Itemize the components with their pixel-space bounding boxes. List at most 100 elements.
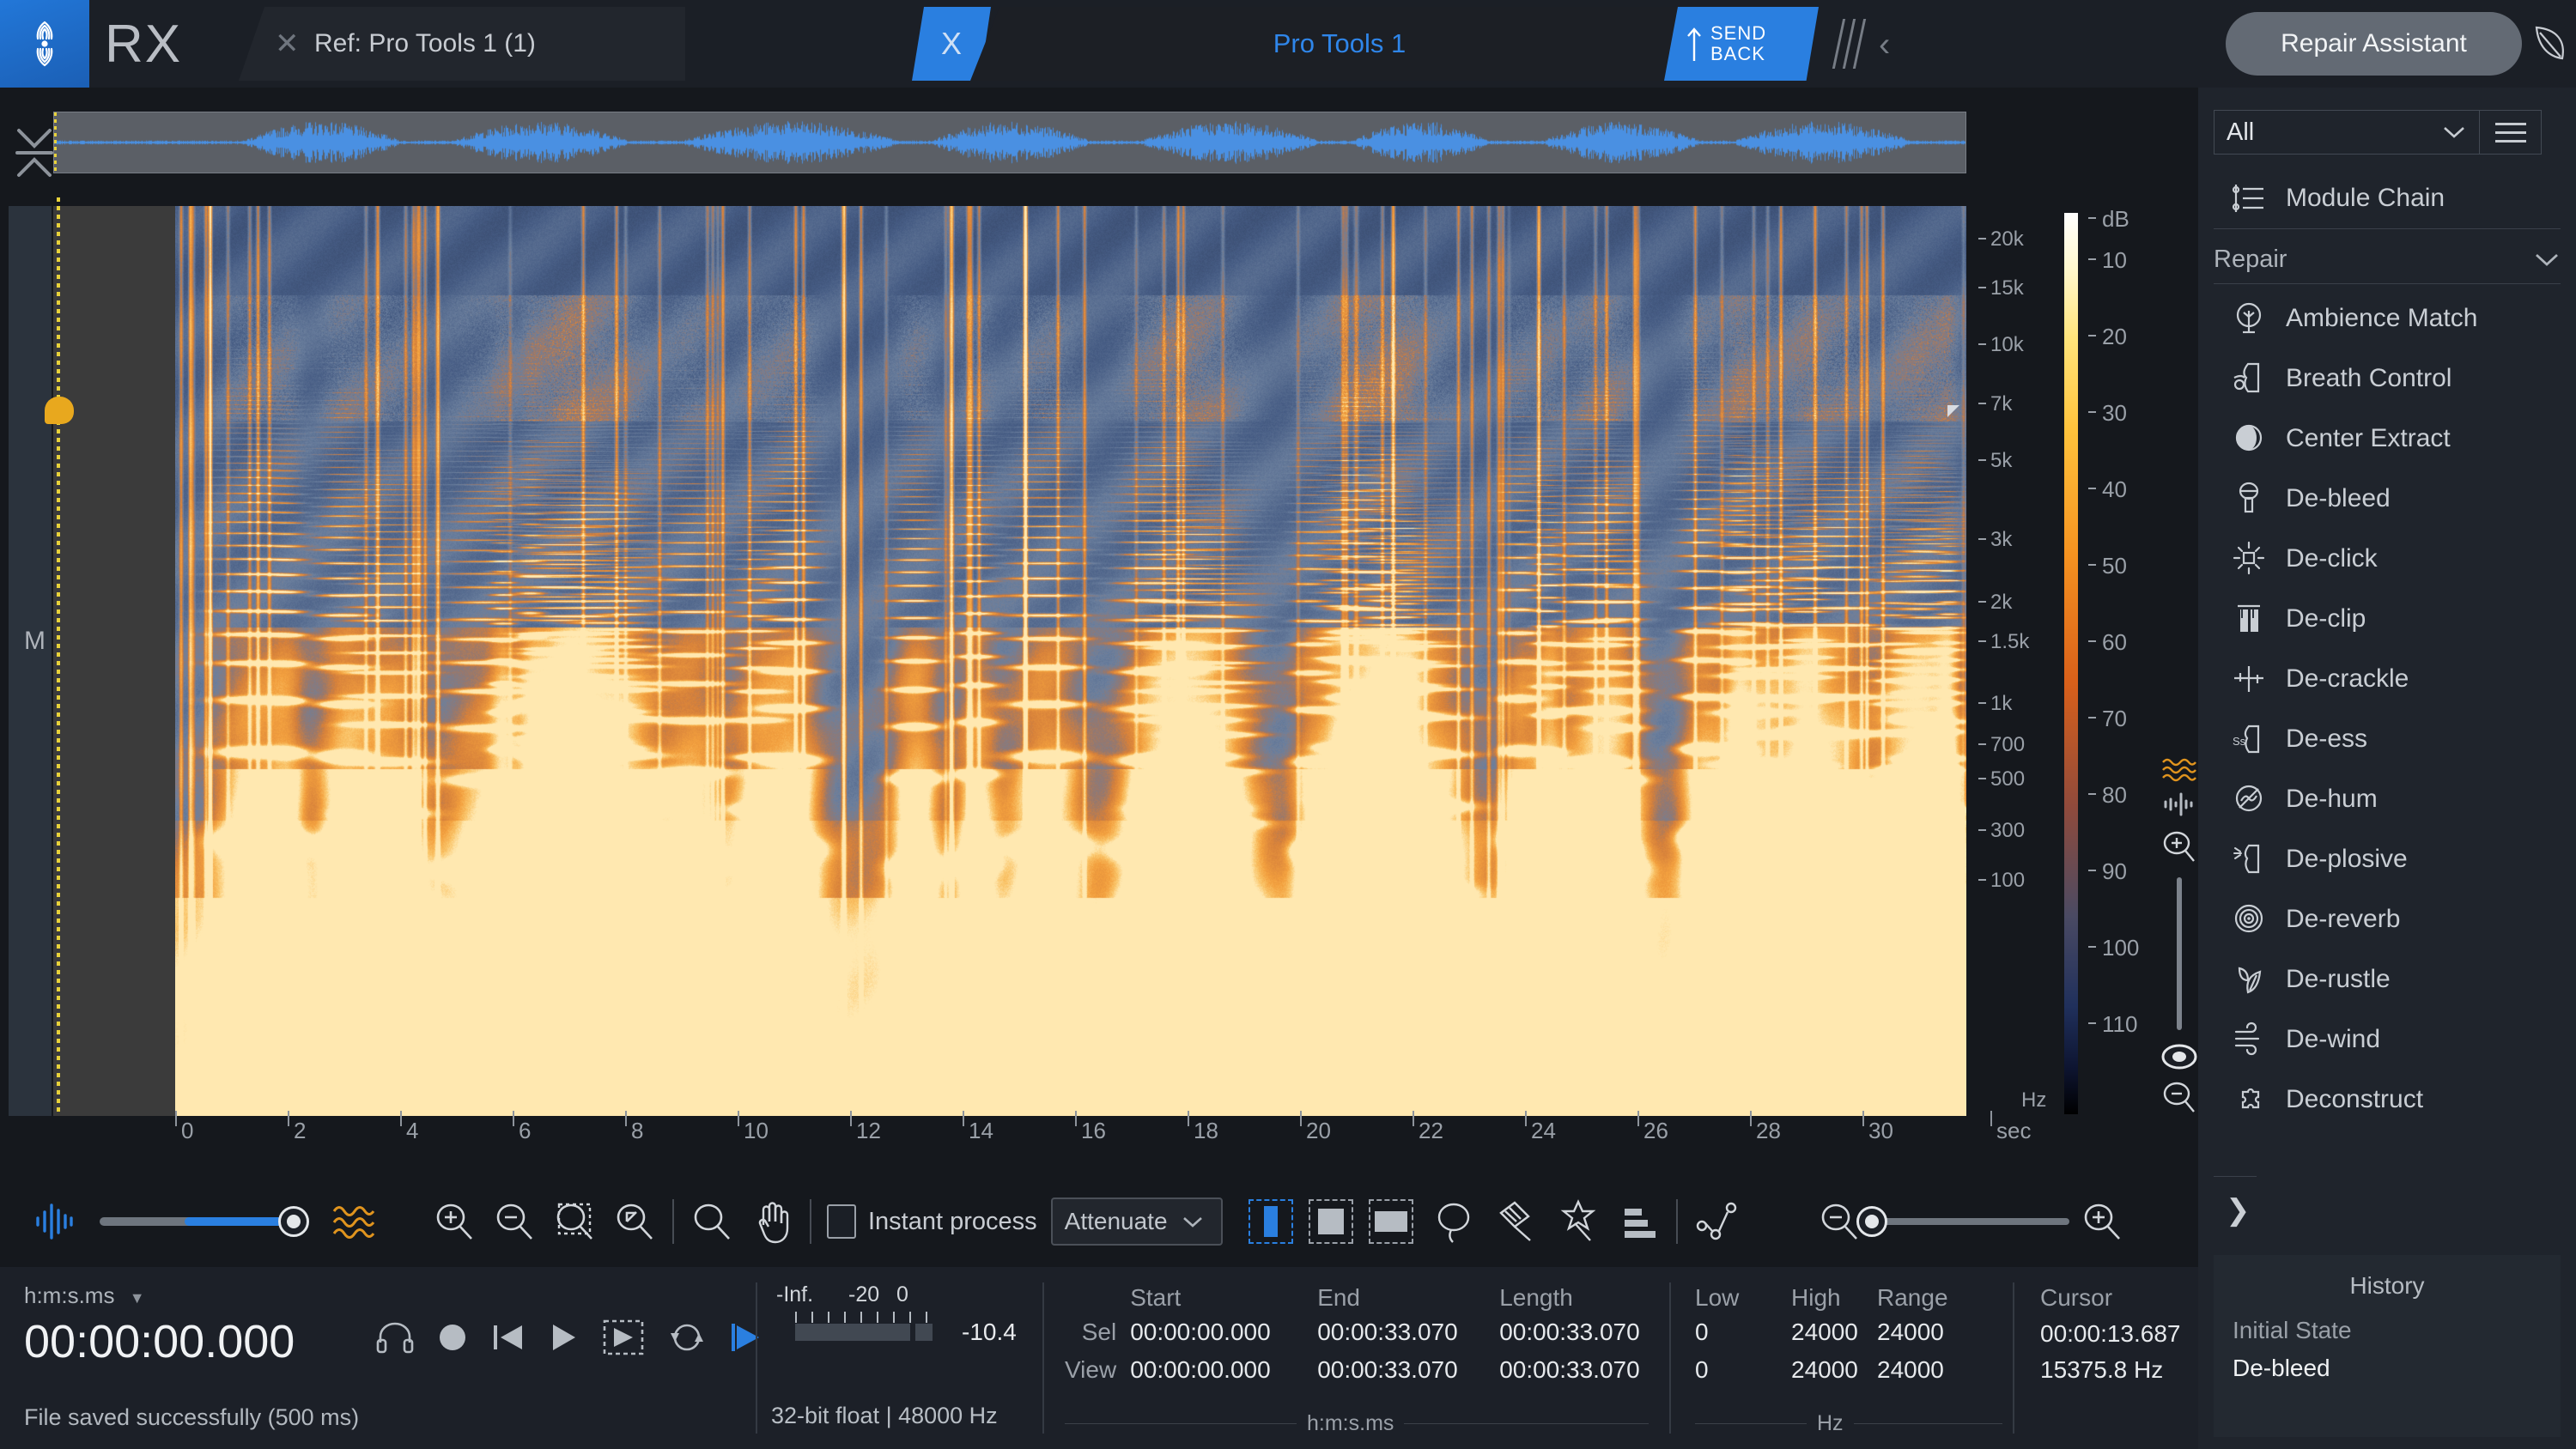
zoom-out-icon[interactable] xyxy=(2160,1078,2198,1116)
output-level-meter[interactable]: -Inf. -20 0 -10.4 xyxy=(773,1282,1030,1345)
chevron-right-icon[interactable]: ❯ xyxy=(2226,1193,2251,1228)
file-overview-strip[interactable] xyxy=(53,112,1966,174)
chevron-left-icon[interactable]: ‹ xyxy=(1879,26,1890,64)
sidebar-item-de-crackle[interactable]: De-crackle xyxy=(2214,652,2561,706)
freq-view-range[interactable]: 24000 xyxy=(1877,1351,1948,1389)
table-row[interactable]: 0 24000 24000 xyxy=(1695,1313,1948,1351)
time-selection-tool[interactable] xyxy=(1248,1199,1293,1244)
sidebar-item-de-plosive[interactable]: De-plosive xyxy=(2214,833,2561,886)
waveform-icon[interactable] xyxy=(33,1202,76,1241)
hamburger-menu-icon[interactable] xyxy=(2480,110,2542,155)
brush-selection-tool[interactable] xyxy=(1494,1199,1537,1244)
vertical-zoom-slider[interactable] xyxy=(2177,877,2182,1030)
tab-reference-file[interactable]: ✕ Ref: Pro Tools 1 (1) xyxy=(239,7,685,81)
sel-end[interactable]: 00:00:33.070 xyxy=(1317,1313,1499,1351)
sidebar-item-de-rustle[interactable]: De-rustle xyxy=(2214,953,2561,1006)
horizontal-zoom-slider[interactable] xyxy=(1856,1206,2069,1237)
view-start[interactable]: 00:00:00.000 xyxy=(1130,1351,1317,1389)
sidebar-item-ambience-match[interactable]: Ambience Match xyxy=(2214,292,2561,345)
sidebar-item-center-extract[interactable]: Center Extract xyxy=(2214,412,2561,465)
table-row[interactable]: 0 24000 24000 xyxy=(1695,1351,1948,1389)
frequency-table[interactable]: Low High Range 0 24000 24000 0 24000 240… xyxy=(1695,1282,1948,1389)
izotope-leaf-icon[interactable] xyxy=(2531,22,2571,65)
lasso-selection-tool[interactable] xyxy=(1432,1199,1475,1244)
zoom-out-icon[interactable] xyxy=(1817,1199,1862,1244)
envelope-pen-tool[interactable] xyxy=(1693,1200,1740,1243)
loop-icon[interactable] xyxy=(668,1319,706,1355)
playhead-handle[interactable] xyxy=(45,397,74,424)
sidebar-item-de-wind[interactable]: De-wind xyxy=(2214,1013,2561,1066)
send-back-button[interactable]: SEND BACK xyxy=(1664,7,1819,81)
frequency-selection-tool[interactable] xyxy=(1308,1199,1353,1244)
magnifier-tool-icon[interactable] xyxy=(690,1199,734,1244)
table-row[interactable]: Sel 00:00:00.000 00:00:33.070 00:00:33.0… xyxy=(1065,1313,1640,1351)
record-icon[interactable] xyxy=(438,1323,467,1352)
selection-end-marker[interactable] xyxy=(1947,405,1959,417)
zoom-in-icon[interactable] xyxy=(432,1199,477,1244)
view-end[interactable]: 00:00:33.070 xyxy=(1317,1351,1499,1389)
spectrogram-view-icon[interactable] xyxy=(2161,755,2197,783)
sidebar-item-deconstruct[interactable]: Deconstruct xyxy=(2214,1073,2561,1126)
waveform-view-icon[interactable] xyxy=(2161,791,2197,817)
sidebar-group-repair[interactable]: Repair xyxy=(2214,235,2561,283)
chevron-down-icon[interactable]: ▼ xyxy=(130,1289,145,1307)
spectrogram-icon[interactable] xyxy=(331,1203,377,1240)
zoom-fit-icon[interactable] xyxy=(612,1199,657,1244)
sel-start[interactable]: 00:00:00.000 xyxy=(1130,1313,1317,1351)
sidebar-item-module-chain[interactable]: Module Chain xyxy=(2214,172,2561,225)
play-selection-icon[interactable] xyxy=(603,1319,644,1356)
play-to-end-icon[interactable] xyxy=(730,1320,766,1355)
waveform-spectrogram-blend-slider[interactable] xyxy=(100,1206,309,1237)
sidebar-item-de-ess[interactable]: Ss De-ess xyxy=(2214,712,2561,766)
zoom-to-selection-icon[interactable] xyxy=(552,1199,597,1244)
time-axis[interactable]: 0 2 4 6 8 10 12 14 16 18 20 22 24 26 28 30 sec xyxy=(175,1111,2047,1166)
sidebar-item-de-reverb[interactable]: De-reverb xyxy=(2214,893,2561,946)
time-format-selector[interactable]: h:m:s.ms ▼ xyxy=(24,1282,145,1309)
freq-sel-range[interactable]: 24000 xyxy=(1877,1313,1948,1351)
sidebar-item-breath-control[interactable]: Breath Control xyxy=(2214,352,2561,405)
freq-sel-low[interactable]: 0 xyxy=(1695,1313,1791,1351)
playhead-line[interactable] xyxy=(57,197,60,1116)
harmonic-selection-tool[interactable] xyxy=(1618,1202,1661,1241)
blend-slider-knob[interactable] xyxy=(278,1206,309,1237)
zoom-in-icon[interactable] xyxy=(2080,1199,2124,1244)
history-item-initial-state[interactable]: Initial State xyxy=(2214,1312,2561,1349)
history-item-de-bleed[interactable]: De-bleed xyxy=(2214,1349,2561,1387)
spectrogram-canvas-container[interactable] xyxy=(175,206,1966,1116)
sel-length[interactable]: 00:00:33.070 xyxy=(1499,1313,1640,1351)
freq-view-high[interactable]: 24000 xyxy=(1791,1351,1877,1389)
repair-assistant-button[interactable]: Repair Assistant xyxy=(2226,12,2522,76)
izotope-fingerprint-logo-icon[interactable] xyxy=(0,0,89,88)
instant-process-checkbox[interactable] xyxy=(827,1204,856,1239)
freq-sel-high[interactable]: 24000 xyxy=(1791,1313,1877,1351)
sidebar-item-de-clip[interactable]: De-clip xyxy=(2214,592,2561,646)
playhead-time-display[interactable]: 00:00:00.000 xyxy=(24,1315,295,1368)
play-icon[interactable] xyxy=(550,1321,579,1354)
hand-tool-icon[interactable] xyxy=(753,1199,794,1244)
view-length[interactable]: 00:00:33.070 xyxy=(1499,1351,1640,1389)
table-row[interactable]: View 00:00:00.000 00:00:33.070 00:00:33.… xyxy=(1065,1351,1640,1389)
overview-playhead[interactable] xyxy=(54,112,57,174)
sidebar-item-de-click[interactable]: De-click xyxy=(2214,532,2561,585)
freq-view-low[interactable]: 0 xyxy=(1695,1351,1791,1389)
spectrogram-view[interactable]: M xyxy=(0,197,1966,1116)
vertical-zoom-knob[interactable] xyxy=(2160,1042,2198,1071)
close-icon[interactable]: ✕ xyxy=(275,27,301,61)
headphones-icon[interactable] xyxy=(376,1319,414,1355)
tab-pro-tools-1[interactable]: Pro Tools 1 xyxy=(970,7,1709,81)
sidebar-item-de-hum[interactable]: De-hum xyxy=(2214,773,2561,826)
module-filter-dropdown[interactable]: All xyxy=(2214,110,2480,155)
zoom-out-icon[interactable] xyxy=(492,1199,537,1244)
selection-table[interactable]: Start End Length Sel 00:00:00.000 00:00:… xyxy=(1065,1282,1640,1389)
horizontal-zoom-knob[interactable] xyxy=(1856,1206,1887,1237)
sidebar-item-de-bleed[interactable]: De-bleed xyxy=(2214,472,2561,525)
rectangle-selection-tool[interactable] xyxy=(1368,1199,1413,1244)
process-mode-dropdown[interactable]: Attenuate xyxy=(1050,1197,1223,1246)
collapse-chevrons-icon[interactable] xyxy=(9,110,60,196)
spectrogram-canvas[interactable] xyxy=(175,206,1966,1116)
zoom-in-icon[interactable] xyxy=(2160,828,2198,865)
channel-strip[interactable]: M xyxy=(9,206,52,1116)
frequency-axis[interactable]: 20k 15k 10k 7k 5k 3k 2k 1.5k 1k 700 500 300 100 Hz xyxy=(1971,206,2066,1116)
rewind-to-start-icon[interactable] xyxy=(491,1321,526,1354)
magic-wand-tool[interactable] xyxy=(1556,1199,1599,1244)
